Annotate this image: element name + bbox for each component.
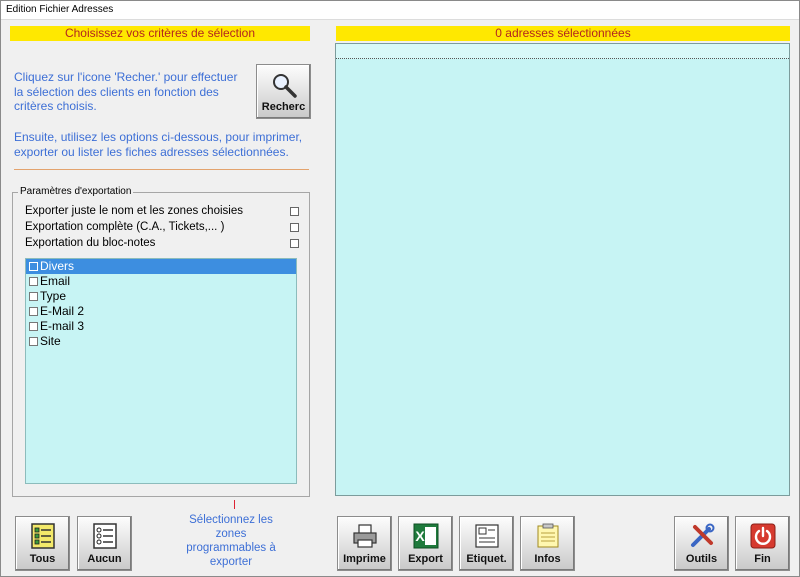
option-checkbox[interactable] — [290, 223, 299, 232]
select-none-label: Aucun — [87, 553, 122, 565]
separator — [14, 169, 309, 170]
select-none-button[interactable]: Aucun — [77, 516, 132, 571]
select-all-button[interactable]: Tous — [15, 516, 70, 571]
checklist-none-icon — [92, 523, 117, 549]
notepad-icon — [537, 523, 558, 548]
option-export-name-zones[interactable]: Exporter juste le nom et les zones chois… — [25, 205, 299, 217]
field-label: Divers — [40, 259, 75, 273]
power-icon — [750, 523, 775, 549]
list-item[interactable]: Type — [26, 289, 296, 304]
table-row[interactable] — [336, 44, 789, 59]
field-checkbox[interactable] — [29, 307, 38, 316]
field-checkbox[interactable] — [29, 262, 38, 271]
list-item[interactable]: Email — [26, 274, 296, 289]
option-export-notes[interactable]: Exportation du bloc-notes — [25, 237, 299, 249]
print-label: Imprime — [343, 553, 386, 565]
window-title: Edition Fichier Adresses — [6, 4, 114, 15]
option-label: Exporter juste le nom et les zones chois… — [25, 205, 243, 217]
search-instructions: Cliquez sur l'icone 'Recher.' pour effec… — [14, 70, 238, 113]
list-item[interactable]: E-Mail 2 — [26, 304, 296, 319]
selection-count-header: 0 adresses sélectionnées — [336, 26, 790, 41]
labels-button[interactable]: Etiquet. — [459, 516, 514, 571]
option-export-complete[interactable]: Exportation complète (C.A., Tickets,... … — [25, 221, 299, 233]
checklist-all-icon — [30, 523, 55, 549]
criteria-header: Choisissez vos critères de sélection — [10, 26, 310, 41]
hint-marker — [234, 500, 235, 509]
selected-addresses-list[interactable] — [335, 43, 790, 496]
quit-button[interactable]: Fin — [735, 516, 790, 571]
quit-label: Fin — [754, 553, 771, 565]
field-label: Email — [40, 274, 71, 288]
search-button[interactable]: Recherc — [256, 64, 311, 119]
field-checkbox[interactable] — [29, 337, 38, 346]
field-checkbox[interactable] — [29, 277, 38, 286]
excel-icon: X — [413, 523, 438, 549]
programmable-fields-list[interactable]: Divers Email Type E-Mail 2 E-mail 3 Site — [25, 258, 297, 484]
label-icon — [474, 524, 499, 548]
select-all-label: Tous — [29, 553, 56, 565]
field-label: E-Mail 2 — [40, 304, 85, 318]
export-button[interactable]: X Export — [398, 516, 453, 571]
field-checkbox[interactable] — [29, 292, 38, 301]
tools-button[interactable]: Outils — [674, 516, 729, 571]
printer-icon — [352, 524, 377, 548]
infos-button[interactable]: Infos — [520, 516, 575, 571]
list-item[interactable]: Site — [26, 334, 296, 349]
print-button[interactable]: Imprime — [337, 516, 392, 571]
tools-icon — [690, 523, 714, 547]
search-button-label: Recherc — [261, 101, 306, 113]
option-checkbox[interactable] — [290, 207, 299, 216]
list-item[interactable]: E-mail 3 — [26, 319, 296, 334]
field-checkbox[interactable] — [29, 322, 38, 331]
export-label: Export — [408, 553, 443, 565]
fields-hint: Sélectionnez les zones programmables à e… — [186, 514, 276, 568]
list-item[interactable]: Divers — [26, 259, 296, 274]
export-instructions: Ensuite, utilisez les options ci-dessous… — [14, 130, 303, 159]
magnifier-icon — [272, 74, 297, 98]
title-bar: Edition Fichier Adresses — [1, 1, 799, 20]
option-checkbox[interactable] — [290, 239, 299, 248]
tools-label: Outils — [685, 553, 718, 565]
option-label: Exportation complète (C.A., Tickets,... … — [25, 221, 225, 233]
export-params-legend: Paramètres d'exportation — [18, 186, 134, 197]
main-window: Edition Fichier Adresses Choisissez vos … — [0, 0, 800, 577]
field-label: E-mail 3 — [40, 319, 85, 333]
infos-label: Infos — [534, 553, 561, 565]
field-label: Type — [40, 289, 67, 303]
labels-label: Etiquet. — [466, 553, 507, 565]
svg-text:X: X — [415, 528, 425, 544]
option-label: Exportation du bloc-notes — [25, 237, 156, 249]
field-label: Site — [40, 334, 61, 348]
